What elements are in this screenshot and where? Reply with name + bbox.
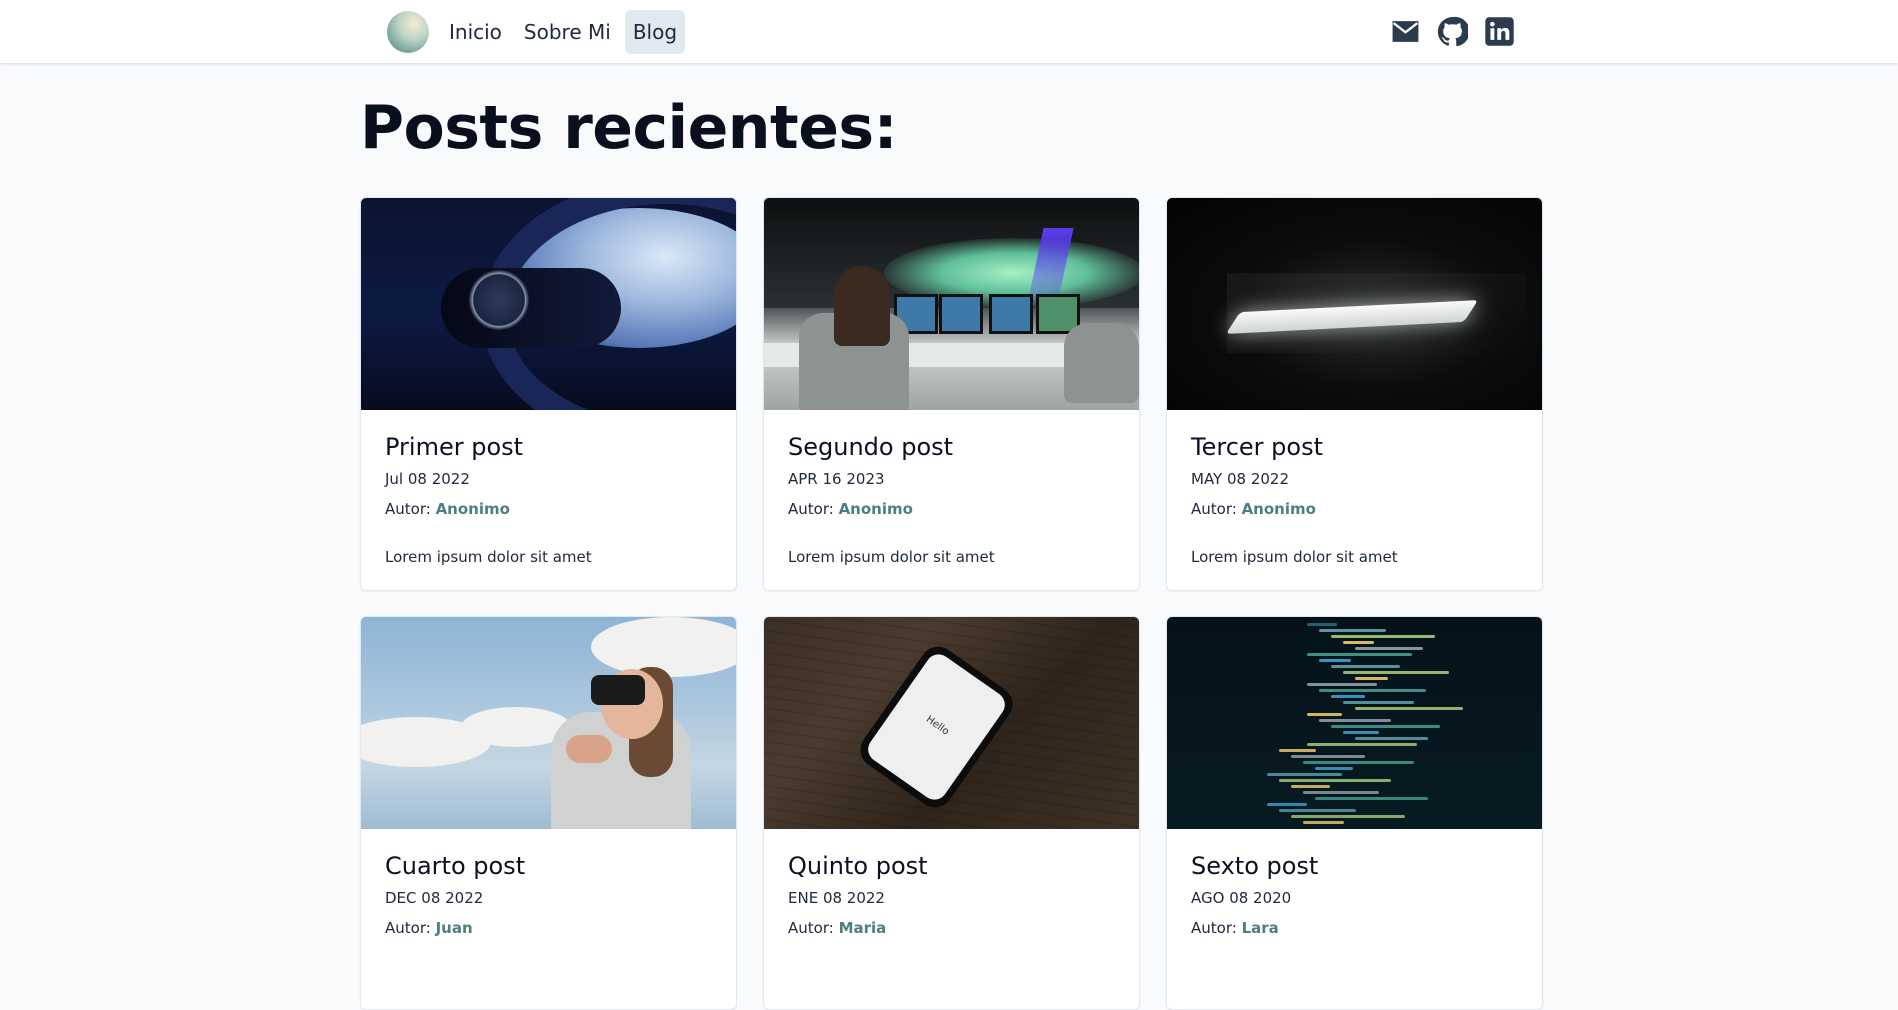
code-line bbox=[1307, 683, 1377, 686]
post-image-wristwatch bbox=[361, 198, 736, 410]
code-line bbox=[1343, 671, 1449, 674]
post-card-3[interactable]: Tercer post MAY 08 2022 Autor: Anonimo L… bbox=[1166, 197, 1543, 591]
posts-grid: Primer post Jul 08 2022 Autor: Anonimo L… bbox=[360, 197, 1543, 1010]
author-name[interactable]: Anonimo bbox=[436, 500, 510, 518]
code-line bbox=[1343, 641, 1374, 644]
code-line bbox=[1319, 659, 1351, 662]
post-card-5[interactable]: Hello Quinto post ENE 08 2022 Autor: Mar… bbox=[763, 616, 1140, 1010]
code-line bbox=[1291, 815, 1405, 818]
post-author: Autor: Anonimo bbox=[1191, 498, 1518, 520]
post-date: APR 16 2023 bbox=[788, 470, 885, 488]
code-line bbox=[1303, 821, 1344, 824]
code-line bbox=[1267, 773, 1342, 776]
post-author: Autor: Juan bbox=[385, 917, 712, 939]
post-excerpt: Lorem ipsum dolor sit amet bbox=[1191, 548, 1398, 566]
social-links bbox=[1390, 16, 1515, 47]
author-label: Autor: bbox=[788, 500, 834, 518]
author-name[interactable]: Anonimo bbox=[1242, 500, 1316, 518]
post-image-code bbox=[1167, 617, 1542, 829]
code-line bbox=[1291, 755, 1365, 758]
code-line bbox=[1303, 791, 1379, 794]
author-label: Autor: bbox=[1191, 919, 1237, 937]
post-excerpt: Lorem ipsum dolor sit amet bbox=[385, 548, 592, 566]
post-card-body: Tercer post MAY 08 2022 Autor: Anonimo L… bbox=[1167, 410, 1542, 568]
post-card-2[interactable]: Segundo post APR 16 2023 Autor: Anonimo … bbox=[763, 197, 1140, 591]
code-line bbox=[1355, 737, 1428, 740]
nav-link-sobre-mi[interactable]: Sobre Mi bbox=[516, 10, 619, 54]
post-card-body: Quinto post ENE 08 2022 Autor: Maria bbox=[764, 829, 1139, 939]
author-label: Autor: bbox=[385, 919, 431, 937]
post-date: ENE 08 2022 bbox=[788, 889, 885, 907]
code-line bbox=[1315, 767, 1353, 770]
nav-link-blog[interactable]: Blog bbox=[624, 9, 686, 54]
post-date: Jul 08 2022 bbox=[385, 470, 470, 488]
code-line bbox=[1303, 761, 1414, 764]
post-title[interactable]: Tercer post bbox=[1191, 432, 1518, 462]
author-name[interactable]: Maria bbox=[839, 919, 887, 937]
avatar[interactable] bbox=[387, 10, 429, 53]
code-line bbox=[1319, 629, 1386, 632]
post-date: MAY 08 2022 bbox=[1191, 470, 1289, 488]
navbar: Inicio Sobre Mi Blog bbox=[0, 0, 1898, 63]
code-line bbox=[1291, 785, 1330, 788]
code-line bbox=[1279, 749, 1316, 752]
post-author: Autor: Anonimo bbox=[385, 498, 712, 520]
post-author: Autor: Lara bbox=[1191, 917, 1518, 939]
code-line bbox=[1331, 665, 1400, 668]
code-line bbox=[1315, 797, 1428, 800]
author-name[interactable]: Juan bbox=[436, 919, 473, 937]
post-title[interactable]: Primer post bbox=[385, 432, 712, 462]
author-label: Autor: bbox=[385, 500, 431, 518]
post-date: DEC 08 2022 bbox=[385, 889, 484, 907]
mail-icon[interactable] bbox=[1390, 16, 1421, 47]
post-excerpt: Lorem ipsum dolor sit amet bbox=[788, 548, 995, 566]
post-date: AGO 08 2020 bbox=[1191, 889, 1292, 907]
code-line bbox=[1307, 743, 1417, 746]
post-card-body: Cuarto post DEC 08 2022 Autor: Juan bbox=[361, 829, 736, 939]
code-line bbox=[1307, 653, 1412, 656]
code-line bbox=[1279, 809, 1356, 812]
nav-left: Inicio Sobre Mi Blog bbox=[387, 9, 686, 54]
code-line bbox=[1355, 677, 1388, 680]
code-line bbox=[1331, 695, 1365, 698]
code-line bbox=[1319, 719, 1391, 722]
post-card-6[interactable]: Sexto post AGO 08 2020 Autor: Lara bbox=[1166, 616, 1543, 1010]
author-name[interactable]: Lara bbox=[1242, 919, 1279, 937]
code-line bbox=[1307, 713, 1342, 716]
author-label: Autor: bbox=[1191, 500, 1237, 518]
post-image-laptop bbox=[1167, 198, 1542, 410]
code-line bbox=[1355, 647, 1423, 650]
post-title[interactable]: Quinto post bbox=[788, 851, 1115, 881]
post-card-1[interactable]: Primer post Jul 08 2022 Autor: Anonimo L… bbox=[360, 197, 737, 591]
post-image-control-room bbox=[764, 198, 1139, 410]
navbar-inner: Inicio Sobre Mi Blog bbox=[387, 0, 1515, 63]
post-author: Autor: Anonimo bbox=[788, 498, 1115, 520]
phone-screen-text: Hello bbox=[923, 713, 951, 738]
post-card-body: Sexto post AGO 08 2020 Autor: Lara bbox=[1167, 829, 1542, 939]
post-title[interactable]: Cuarto post bbox=[385, 851, 712, 881]
code-line bbox=[1319, 689, 1426, 692]
post-image-vr-headset bbox=[361, 617, 736, 829]
post-title[interactable]: Sexto post bbox=[1191, 851, 1518, 881]
linkedin-icon[interactable] bbox=[1484, 16, 1515, 47]
code-line bbox=[1279, 779, 1391, 782]
code-line bbox=[1331, 635, 1435, 638]
post-card-body: Segundo post APR 16 2023 Autor: Anonimo … bbox=[764, 410, 1139, 568]
code-line bbox=[1343, 701, 1414, 704]
nav-link-inicio[interactable]: Inicio bbox=[441, 10, 510, 54]
post-title[interactable]: Segundo post bbox=[788, 432, 1115, 462]
code-line bbox=[1331, 725, 1440, 728]
code-line bbox=[1343, 731, 1379, 734]
post-author: Autor: Maria bbox=[788, 917, 1115, 939]
post-image-phone: Hello bbox=[764, 617, 1139, 829]
author-label: Autor: bbox=[788, 919, 834, 937]
github-icon[interactable] bbox=[1437, 16, 1468, 47]
code-line bbox=[1267, 803, 1307, 806]
post-card-body: Primer post Jul 08 2022 Autor: Anonimo L… bbox=[361, 410, 736, 568]
code-line bbox=[1355, 707, 1463, 710]
code-line bbox=[1307, 623, 1337, 626]
author-name[interactable]: Anonimo bbox=[839, 500, 913, 518]
post-card-4[interactable]: Cuarto post DEC 08 2022 Autor: Juan bbox=[360, 616, 737, 1010]
page-title: Posts recientes: bbox=[360, 93, 898, 163]
